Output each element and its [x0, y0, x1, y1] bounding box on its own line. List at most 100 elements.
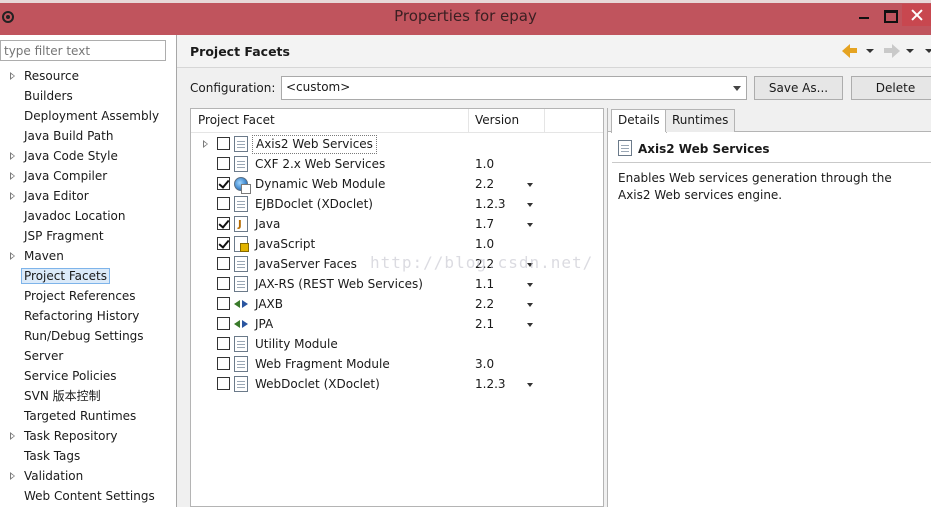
version-dropdown-icon[interactable] [527, 383, 533, 387]
tab-details[interactable]: Details [611, 109, 667, 133]
sidebar-item-java-code-style[interactable]: Java Code Style [0, 146, 176, 166]
version-dropdown-icon[interactable] [527, 223, 533, 227]
table-row[interactable]: JAXB 2.2 [191, 294, 603, 314]
table-row[interactable]: JAX-RS (REST Web Services) 1.1 [191, 274, 603, 294]
version-dropdown-icon[interactable] [527, 203, 533, 207]
facet-name: Utility Module [255, 337, 338, 351]
sidebar-item-label: Refactoring History [24, 309, 140, 323]
facet-checkbox[interactable] [217, 177, 230, 190]
facet-checkbox[interactable] [217, 277, 230, 290]
sidebar-item-run-debug-settings[interactable]: Run/Debug Settings [0, 326, 176, 346]
sidebar-item-svn[interactable]: SVN 版本控制 [0, 386, 176, 406]
view-menu-icon[interactable] [925, 49, 931, 53]
sidebar-item-javadoc-location[interactable]: Javadoc Location [0, 206, 176, 226]
table-row[interactable]: JPA 2.1 [191, 314, 603, 334]
sidebar-item-java-build-path[interactable]: Java Build Path [0, 126, 176, 146]
facet-checkbox[interactable] [217, 217, 230, 230]
sidebar-item-task-tags[interactable]: Task Tags [0, 446, 176, 466]
facets-table: Project Facet Version Axis2 Web Services… [190, 108, 604, 507]
delete-button[interactable]: Delete [851, 76, 931, 100]
facet-version[interactable]: 1.2.3 [475, 194, 506, 214]
sidebar-item-resource[interactable]: Resource [0, 66, 176, 86]
expand-arrow-icon[interactable] [10, 152, 15, 160]
facet-name: Axis2 Web Services [252, 135, 377, 154]
sidebar-item-task-repository[interactable]: Task Repository [0, 426, 176, 446]
expand-arrow-icon[interactable] [10, 72, 15, 80]
table-row[interactable]: Axis2 Web Services [191, 134, 603, 154]
facet-version[interactable]: 1.7 [475, 214, 494, 234]
expand-arrow-icon[interactable] [10, 172, 15, 180]
close-button[interactable] [902, 4, 931, 26]
column-header-facet[interactable]: Project Facet [198, 113, 275, 127]
back-arrow-icon[interactable] [840, 43, 862, 59]
forward-history-dropdown-icon[interactable] [906, 49, 914, 53]
table-row[interactable]: WebDoclet (XDoclet) 1.2.3 [191, 374, 603, 394]
table-row[interactable]: Java 1.7 [191, 214, 603, 235]
sidebar-item-builders[interactable]: Builders [0, 86, 176, 106]
table-row[interactable]: CXF 2.x Web Services 1.0 [191, 154, 603, 174]
minimize-button[interactable] [850, 4, 878, 26]
tab-runtimes[interactable]: Runtimes [665, 109, 736, 132]
sidebar-item-targeted-runtimes[interactable]: Targeted Runtimes [0, 406, 176, 426]
sidebar-item-java-compiler[interactable]: Java Compiler [0, 166, 176, 186]
table-row[interactable]: JavaScript 1.0 [191, 234, 603, 254]
facet-checkbox[interactable] [217, 197, 230, 210]
java-icon [234, 215, 248, 235]
facet-version[interactable]: 1.2.3 [475, 374, 506, 394]
table-row[interactable]: Web Fragment Module 3.0 [191, 354, 603, 374]
sidebar-item-server[interactable]: Server [0, 346, 176, 366]
table-row[interactable]: JavaServer Faces 2.2 [191, 254, 603, 274]
sidebar-item-refactoring-history[interactable]: Refactoring History [0, 306, 176, 326]
facet-checkbox[interactable] [217, 377, 230, 390]
facet-checkbox[interactable] [217, 337, 230, 350]
sidebar-item-validation[interactable]: Validation [0, 466, 176, 486]
version-dropdown-icon[interactable] [527, 183, 533, 187]
version-dropdown-icon[interactable] [527, 283, 533, 287]
sidebar-item-web-content-settings[interactable]: Web Content Settings [0, 486, 176, 506]
sidebar-item-label: Java Code Style [24, 149, 118, 163]
facet-checkbox[interactable] [217, 317, 230, 330]
sidebar-item-jsp-fragment[interactable]: JSP Fragment [0, 226, 176, 246]
version-dropdown-icon[interactable] [527, 263, 533, 267]
maximize-button[interactable] [878, 4, 902, 26]
sidebar-item-project-facets[interactable]: Project Facets [0, 266, 176, 286]
column-divider[interactable] [468, 109, 469, 133]
expand-arrow-icon[interactable] [203, 140, 208, 148]
facet-version[interactable]: 2.1 [475, 314, 494, 334]
table-row[interactable]: Dynamic Web Module 2.2 [191, 174, 603, 194]
filter-input[interactable] [0, 40, 166, 61]
column-header-version[interactable]: Version [475, 113, 519, 127]
sidebar-item-label: Deployment Assembly [24, 109, 160, 123]
facet-checkbox[interactable] [217, 237, 230, 250]
page-title: Project Facets [190, 44, 290, 59]
facet-version: 3.0 [475, 357, 495, 371]
sidebar-item-service-policies[interactable]: Service Policies [0, 366, 176, 386]
arrows-icon [234, 298, 250, 310]
sidebar-item-deployment-assembly[interactable]: Deployment Assembly [0, 106, 176, 126]
sidebar-item-java-editor[interactable]: Java Editor [0, 186, 176, 206]
expand-arrow-icon[interactable] [10, 432, 15, 440]
back-history-dropdown-icon[interactable] [866, 49, 874, 53]
sidebar-item-project-references[interactable]: Project References [0, 286, 176, 306]
facet-checkbox[interactable] [217, 357, 230, 370]
expand-arrow-icon[interactable] [10, 252, 15, 260]
configuration-select[interactable]: <custom> [281, 76, 747, 100]
facet-version[interactable]: 2.2 [475, 174, 494, 194]
forward-arrow-icon[interactable] [882, 43, 904, 59]
table-row[interactable]: EJBDoclet (XDoclet) 1.2.3 [191, 194, 603, 214]
sidebar-item-maven[interactable]: Maven [0, 246, 176, 266]
facet-checkbox[interactable] [217, 137, 230, 150]
facet-checkbox[interactable] [217, 257, 230, 270]
facet-version[interactable]: 2.2 [475, 294, 494, 314]
facet-version[interactable]: 1.1 [475, 274, 494, 294]
version-dropdown-icon[interactable] [527, 303, 533, 307]
facet-checkbox[interactable] [217, 297, 230, 310]
version-dropdown-icon[interactable] [527, 323, 533, 327]
expand-arrow-icon[interactable] [10, 192, 15, 200]
facet-version[interactable]: 2.2 [475, 254, 494, 274]
save-as-button[interactable]: Save As... [754, 76, 843, 100]
expand-arrow-icon[interactable] [10, 472, 15, 480]
table-row[interactable]: Utility Module [191, 334, 603, 354]
facet-checkbox[interactable] [217, 157, 230, 170]
column-divider[interactable] [544, 109, 545, 133]
